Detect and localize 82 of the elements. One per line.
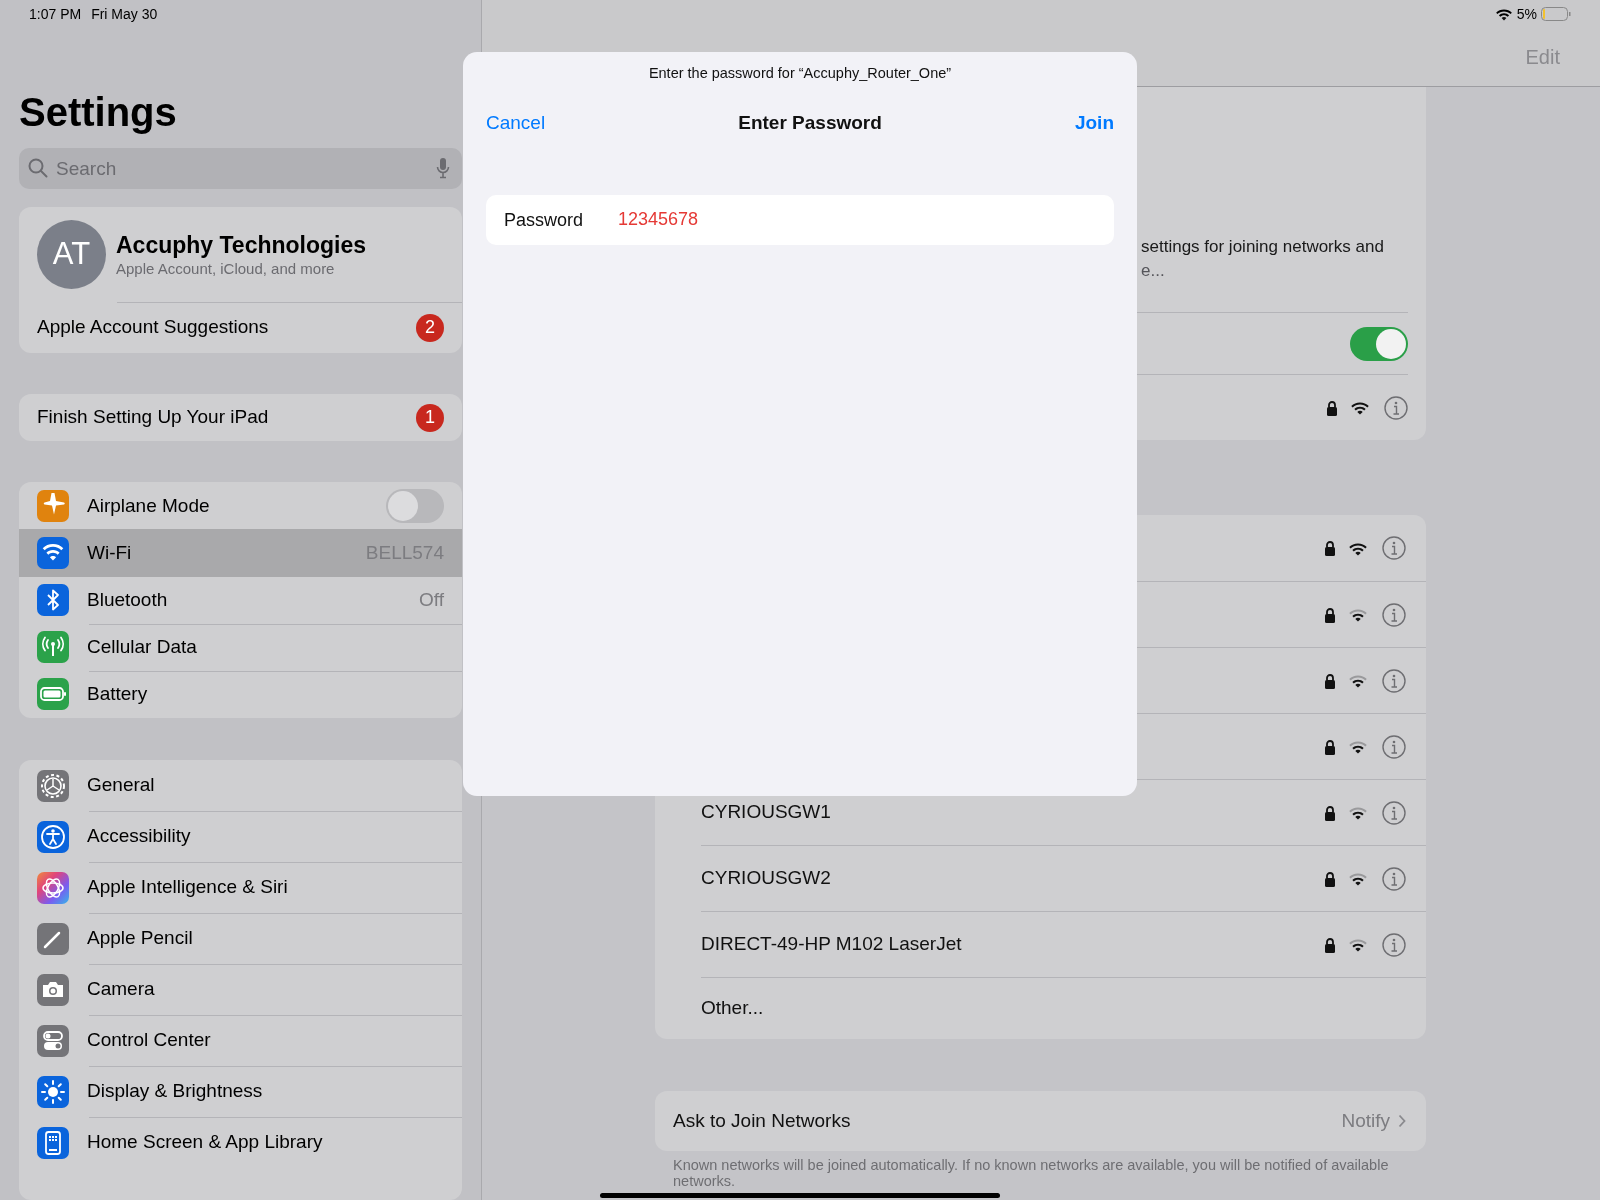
battery-percent: 5% (1516, 4, 1537, 24)
join-button[interactable]: Join (1074, 108, 1114, 137)
lock-icon (1324, 804, 1336, 821)
wifi-icon (1494, 7, 1513, 21)
sidebar-item[interactable]: Display & Brightness (19, 1066, 462, 1117)
lock-icon (1324, 738, 1336, 755)
info-button[interactable] (1382, 932, 1406, 957)
status-date: Fri May 30 (91, 4, 158, 24)
wifi-icon (1348, 937, 1368, 952)
page-title: Settings (19, 89, 178, 136)
sidebar-item[interactable]: Airplane Mode (19, 482, 462, 530)
info-button[interactable] (1382, 800, 1406, 825)
wifi-icon (1348, 805, 1368, 820)
sun-icon (37, 1075, 69, 1108)
finish-setup-label: Finish Setting Up Your iPad (37, 405, 270, 430)
info-button[interactable] (1382, 734, 1406, 759)
info-button[interactable] (1382, 668, 1406, 693)
sidebar-item[interactable]: Battery (19, 670, 462, 718)
avatar: AT (37, 220, 106, 289)
account-name: Accuphy Technologies (116, 230, 367, 259)
item-value: Off (419, 587, 444, 612)
flower-icon (37, 871, 69, 904)
app-grid-icon (37, 1126, 69, 1159)
account-subtitle: Apple Account, iCloud, and more (116, 258, 336, 279)
field-label: Password (504, 208, 584, 232)
finish-setup-row[interactable]: Finish Setting Up Your iPad 1 (19, 394, 462, 442)
description-text: e... (1141, 260, 1165, 282)
suggestions-label: Apple Account Suggestions (37, 315, 270, 340)
sidebar-item[interactable]: Camera (19, 964, 462, 1015)
ask-to-join-row[interactable]: Ask to Join Networks Notify (655, 1091, 1426, 1151)
gear-icon (37, 769, 69, 802)
other-network-button[interactable]: Other... (701, 994, 764, 1023)
dialog-title: Enter Password (738, 110, 882, 135)
info-button[interactable] (1382, 866, 1406, 891)
bluetooth-icon (37, 584, 69, 617)
notification-badge: 2 (416, 313, 444, 342)
lock-icon (1324, 870, 1336, 887)
lock-icon (1324, 606, 1336, 623)
camera-icon (37, 973, 69, 1006)
battery-icon (1541, 7, 1571, 21)
notification-badge: 1 (416, 403, 444, 432)
wifi-icon (1348, 739, 1368, 754)
wifi-icon (1348, 871, 1368, 886)
accessibility-icon (37, 820, 69, 853)
wifi-icon (1348, 607, 1368, 622)
network-row[interactable]: DIRECT-49-HP M102 LaserJet (701, 911, 1426, 977)
wifi-icon (37, 536, 69, 569)
search-field[interactable]: Search (19, 148, 462, 189)
wifi-icon (1350, 400, 1370, 415)
pencil-icon (37, 922, 69, 955)
lock-icon (1326, 399, 1338, 416)
battery-icon (37, 678, 69, 711)
sidebar-item[interactable]: Bluetooth Off (19, 576, 462, 624)
status-time: 1:07 PM (29, 4, 82, 24)
description-text: settings for joining networks and (1141, 236, 1384, 258)
toggle-switch[interactable] (386, 488, 444, 523)
info-button[interactable] (1382, 602, 1406, 627)
sidebar-item[interactable]: General (19, 760, 462, 811)
sidebar-item[interactable]: Home Screen & App Library (19, 1117, 462, 1168)
account-card[interactable]: AT Accuphy Technologies Apple Account, iCloud, and more Apple Account Suggestions 2 (19, 207, 462, 353)
antenna-icon (37, 631, 69, 664)
sidebar-item[interactable]: Apple Pencil (19, 913, 462, 964)
switches-icon (37, 1024, 69, 1057)
sidebar-item[interactable]: Accessibility (19, 811, 462, 862)
network-row[interactable]: CYRIOUSGW2 (701, 845, 1426, 911)
chevron-icon (1398, 1114, 1406, 1128)
toggle-switch[interactable] (1350, 326, 1408, 361)
info-button[interactable] (1384, 395, 1408, 420)
lock-icon (1324, 540, 1336, 556)
sidebar-item[interactable]: Cellular Data (19, 623, 462, 671)
setting-value: Notify (1341, 1108, 1390, 1133)
sidebar-item[interactable]: Apple Intelligence & Siri (19, 862, 462, 913)
wifi-icon (1348, 673, 1368, 688)
info-button[interactable] (1382, 536, 1406, 560)
microphone-icon[interactable] (436, 157, 450, 179)
footnote-text: Known networks will be joined automatically. If no known networks are available, you will be notified of available networks. (673, 1157, 1390, 1189)
dialog-prompt: Enter the password for “Accuphy_Router_One” (647, 64, 953, 83)
sidebar-item[interactable]: Control Center (19, 1015, 462, 1066)
lock-icon (1324, 936, 1336, 953)
lock-icon (1324, 672, 1336, 689)
search-icon (28, 158, 48, 178)
cancel-button[interactable]: Cancel (486, 108, 546, 137)
